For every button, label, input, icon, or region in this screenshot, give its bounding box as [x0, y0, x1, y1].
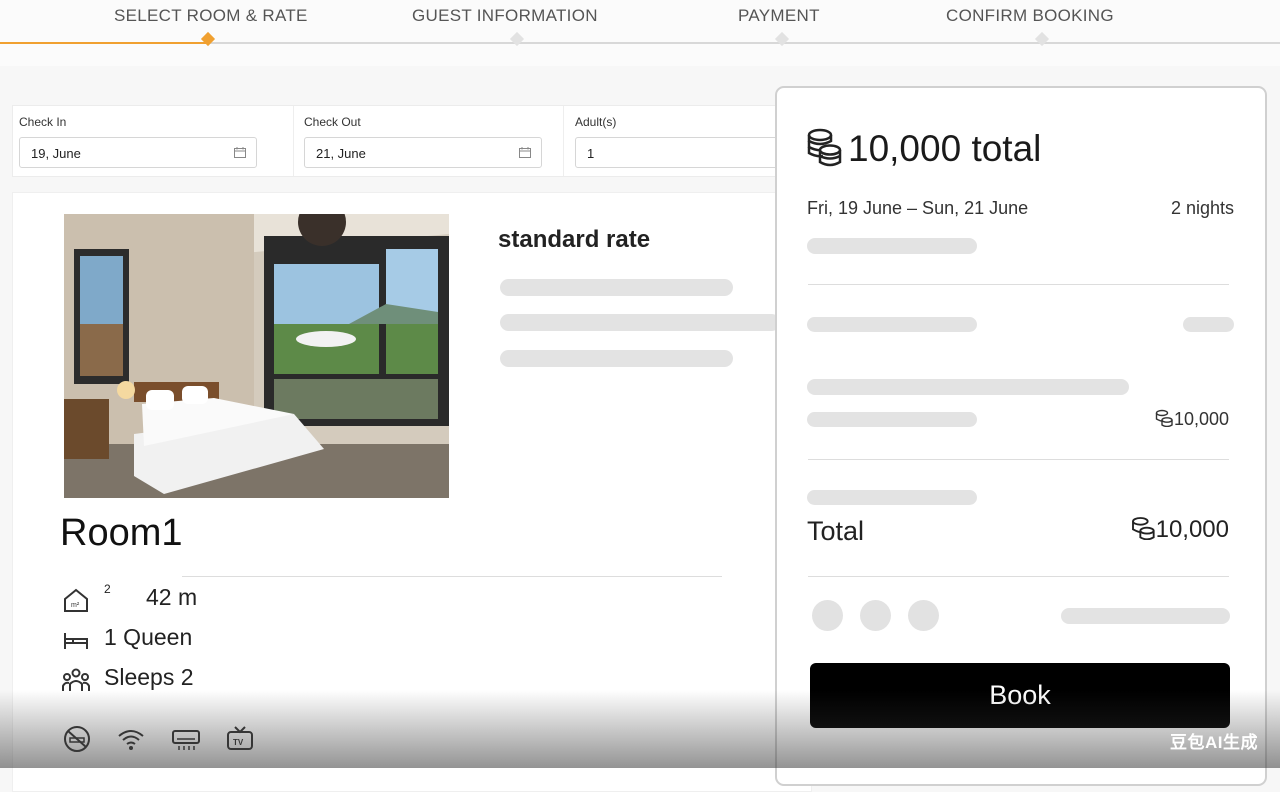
summary-skeleton-line	[807, 317, 977, 332]
summary-skeleton-line	[807, 238, 977, 254]
summary-skeleton-line	[807, 412, 977, 427]
field-separator	[563, 106, 564, 176]
check-out-label: Check Out	[304, 115, 361, 129]
room-photo-illustration	[64, 214, 449, 498]
line-item-amount: 10,000	[1155, 409, 1229, 430]
step-guest-information[interactable]: GUEST INFORMATION	[412, 6, 598, 26]
adults-field: Adult(s) 1	[569, 106, 795, 176]
watermark-text: 豆包AI生成	[1170, 733, 1258, 752]
stepper-track-line	[208, 42, 1280, 44]
room-photo	[64, 214, 449, 498]
book-button[interactable]: Book	[810, 663, 1230, 728]
rate-skeleton-line	[500, 279, 733, 296]
coin-stack-icon	[1155, 409, 1173, 427]
summary-divider	[808, 284, 1229, 285]
area-icon: m²	[64, 588, 88, 612]
rate-skeleton-line	[500, 350, 733, 367]
summary-divider	[808, 576, 1229, 577]
room-divider	[182, 576, 722, 577]
area-value: 42 m	[146, 584, 198, 610]
coin-stack-icon	[1131, 517, 1155, 540]
adults-label: Adult(s)	[575, 115, 617, 129]
bed-value: 1 Queen	[104, 624, 193, 650]
stay-dates: Fri, 19 June – Sun, 21 June	[807, 198, 1029, 218]
step-payment[interactable]: PAYMENT	[738, 6, 820, 26]
calendar-icon[interactable]	[519, 147, 531, 158]
air-conditioner-icon	[172, 730, 200, 750]
step-confirm-booking[interactable]: CONFIRM BOOKING	[946, 6, 1114, 26]
booking-stepper: SELECT ROOM & RATE GUEST INFORMATION PAY…	[0, 0, 1280, 66]
adults-value: 1	[587, 146, 595, 161]
check-out-field: Check Out 21, June	[298, 106, 563, 176]
step-select-room[interactable]: SELECT ROOM & RATE	[114, 6, 308, 26]
payment-method-placeholder[interactable]	[860, 600, 891, 631]
payment-method-placeholder[interactable]	[812, 600, 843, 631]
stepper-progress-line	[0, 42, 208, 44]
summary-skeleton-line	[1183, 317, 1234, 332]
svg-text:m²: m²	[71, 602, 80, 609]
total-label: Total	[807, 516, 865, 546]
check-in-label: Check In	[19, 115, 67, 129]
bed-icon	[64, 633, 88, 649]
check-in-field: Check In 19, June	[13, 106, 293, 176]
summary-skeleton-line	[1061, 608, 1230, 624]
summary-skeleton-line	[807, 379, 1129, 395]
line-item-amount-value: 10,000	[1173, 409, 1229, 429]
sleeps-value: Sleeps 2	[104, 664, 194, 690]
wifi-icon	[118, 730, 144, 750]
total-amount-value: 10,000	[1155, 516, 1229, 543]
summary-divider	[808, 459, 1229, 460]
adults-input[interactable]: 1	[575, 137, 795, 168]
coin-stack-icon	[807, 128, 842, 167]
room-title: Room1	[60, 512, 183, 554]
area-unit-superscript: 2	[104, 582, 111, 597]
check-in-value: 19, June	[31, 146, 81, 161]
check-in-input[interactable]: 19, June	[19, 137, 257, 168]
field-separator	[293, 106, 294, 176]
booking-search-form: Check In 19, June Check Out 21, June Adu…	[12, 105, 795, 177]
guests-icon	[62, 668, 90, 691]
summary-skeleton-line	[807, 490, 977, 505]
rate-name: standard rate	[498, 226, 651, 253]
calendar-icon[interactable]	[234, 147, 246, 158]
no-smoking-icon	[64, 726, 90, 752]
svg-text:TV: TV	[233, 738, 244, 747]
rate-skeleton-line	[500, 314, 780, 331]
payment-method-placeholder[interactable]	[908, 600, 939, 631]
total-heading: 10,000 total	[848, 128, 1042, 169]
check-out-value: 21, June	[316, 146, 366, 161]
check-out-input[interactable]: 21, June	[304, 137, 542, 168]
total-amount: 10,000	[1131, 516, 1229, 544]
tv-icon: TV	[227, 726, 253, 750]
nights-count: 2 nights	[1170, 198, 1234, 218]
